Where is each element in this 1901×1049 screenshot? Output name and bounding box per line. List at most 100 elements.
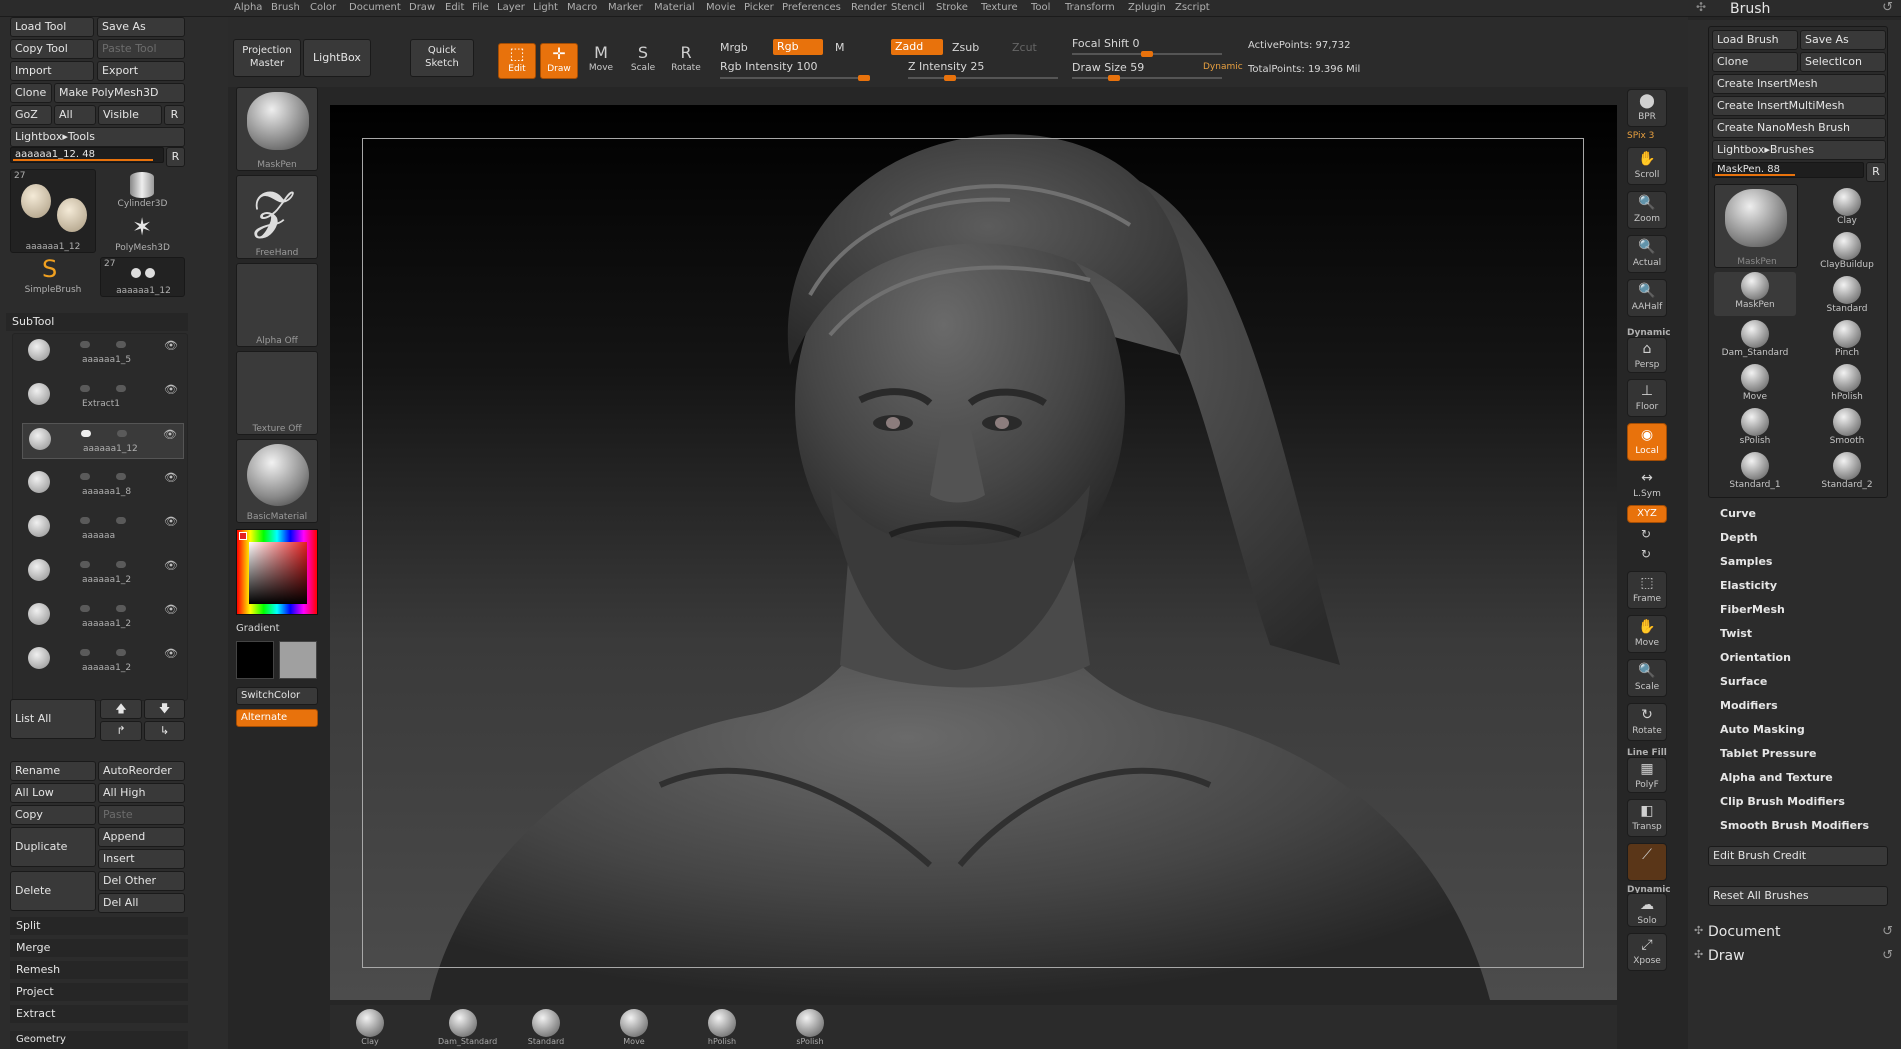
subtool-row[interactable]: 👁 Extract1 — [22, 379, 184, 415]
lightbox-tools-button[interactable]: Lightbox▸Tools — [10, 127, 185, 147]
export-button[interactable]: Export — [97, 61, 185, 81]
tablet-pressure-menu[interactable]: Tablet Pressure — [1720, 747, 1816, 760]
current-brush-large-thumb[interactable]: MaskPen — [1714, 184, 1798, 268]
extract-section[interactable]: Extract — [10, 1005, 188, 1023]
local-button[interactable]: ◉ Local — [1627, 423, 1667, 461]
merge-section[interactable]: Merge — [10, 939, 188, 957]
subtool-header[interactable]: SubTool — [6, 313, 188, 331]
load-brush-button[interactable]: Load Brush — [1712, 30, 1798, 50]
brush-clay[interactable]: Clay — [1806, 188, 1888, 232]
rename-button[interactable]: Rename — [10, 761, 96, 781]
modifiers-menu[interactable]: Modifiers — [1720, 699, 1778, 712]
zcut-toggle[interactable]: Zcut — [1012, 41, 1037, 54]
subtool-row[interactable]: 👁 aaaaaa1_2 — [22, 555, 184, 591]
brush-save-as-button[interactable]: Save As — [1800, 30, 1886, 50]
smooth-brush-modifiers-menu[interactable]: Smooth Brush Modifiers — [1720, 819, 1869, 832]
brush-slider[interactable]: MaskPen. 88 — [1712, 162, 1864, 178]
append-button[interactable]: Append — [98, 827, 185, 847]
list-all-button[interactable]: List All — [10, 699, 96, 739]
eye-icon[interactable]: 👁 — [164, 383, 178, 396]
document-palette-title[interactable]: Document — [1708, 924, 1781, 940]
menu-marker[interactable]: Marker — [608, 2, 643, 13]
eye-icon[interactable]: 👁 — [163, 428, 177, 441]
color-picker[interactable] — [236, 529, 318, 615]
move-up-end-button[interactable]: ↱ — [100, 721, 142, 741]
material-thumb[interactable]: BasicMaterial — [236, 439, 318, 523]
brush-hpolish[interactable]: hPolish — [1806, 364, 1888, 408]
goz-r-button[interactable]: R — [164, 105, 185, 125]
subtool-toggle[interactable] — [116, 517, 126, 524]
scale-view-button[interactable]: 🔍 Scale — [1627, 659, 1667, 697]
del-all-button[interactable]: Del All — [98, 893, 185, 913]
paste-subtool-button[interactable]: Paste — [98, 805, 185, 825]
elasticity-menu[interactable]: Elasticity — [1720, 579, 1777, 592]
menu-alpha[interactable]: Alpha — [234, 2, 262, 13]
alpha-texture-menu[interactable]: Alpha and Texture — [1720, 771, 1833, 784]
brush-maskpen[interactable]: MaskPen — [1714, 272, 1796, 316]
tool-thumb-2[interactable]: 27 aaaaaa1_12 — [100, 257, 185, 297]
brush-claybuildup[interactable]: ClayBuildup — [1806, 232, 1888, 276]
stroke-thumb[interactable]: 𝓩 FreeHand — [236, 175, 318, 259]
subtool-toggle[interactable] — [81, 430, 91, 437]
bottom-brush-hpolish[interactable]: hPolish — [702, 1009, 742, 1046]
subtool-toggle[interactable] — [80, 341, 90, 348]
brush-smooth[interactable]: Smooth — [1806, 408, 1888, 452]
focal-shift-slider[interactable] — [1072, 51, 1222, 57]
project-section[interactable]: Project — [10, 983, 188, 1001]
clip-brush-modifiers-menu[interactable]: Clip Brush Modifiers — [1720, 795, 1845, 808]
draw-palette-title[interactable]: Draw — [1708, 948, 1745, 964]
create-insertmultimesh-button[interactable]: Create InsertMultiMesh — [1712, 96, 1886, 116]
bottom-brush-move[interactable]: Move — [614, 1009, 654, 1046]
load-tool-button[interactable]: Load Tool — [10, 17, 94, 37]
dynamic-toggle[interactable]: Dynamic — [1203, 62, 1243, 72]
menu-edit[interactable]: Edit — [445, 2, 464, 13]
tool-slider-r-button[interactable]: R — [166, 147, 185, 167]
import-button[interactable]: Import — [10, 61, 94, 81]
subtool-toggle[interactable] — [116, 385, 126, 392]
move-down-end-button[interactable]: ↳ — [144, 721, 185, 741]
bottom-brush-standard[interactable]: Standard — [526, 1009, 566, 1046]
menu-color[interactable]: Color — [310, 2, 336, 13]
main-color-swatch[interactable] — [236, 641, 274, 679]
floor-button[interactable]: ⊥ Floor — [1627, 379, 1667, 417]
m-toggle[interactable]: M — [835, 41, 845, 54]
goz-button[interactable]: GoZ — [10, 105, 52, 125]
persp-button[interactable]: ⌂ Persp — [1627, 337, 1667, 373]
menu-material[interactable]: Material — [654, 2, 695, 13]
bottom-brush-clay[interactable]: Clay — [350, 1009, 390, 1046]
copy-subtool-button[interactable]: Copy — [10, 805, 96, 825]
menu-file[interactable]: File — [472, 2, 489, 13]
brush-standard[interactable]: Standard — [1806, 276, 1888, 320]
move-up-button[interactable]: 🡅 — [100, 699, 142, 719]
orientation-menu[interactable]: Orientation — [1720, 651, 1791, 664]
z-intensity-slider[interactable] — [908, 75, 1058, 81]
palette-drag-icon[interactable]: ✣ — [1696, 0, 1706, 14]
bottom-brush-dam-standard[interactable]: Dam_Standard — [438, 1009, 497, 1046]
rotate-mode-button[interactable]: R Rotate — [666, 43, 706, 79]
subtool-toggle[interactable] — [116, 473, 126, 480]
create-insertmesh-button[interactable]: Create InsertMesh — [1712, 74, 1886, 94]
subtool-toggle[interactable] — [116, 561, 126, 568]
bottom-brush-spolish[interactable]: sPolish — [790, 1009, 830, 1046]
menu-tool[interactable]: Tool — [1031, 2, 1050, 13]
menu-zscript[interactable]: Zscript — [1175, 2, 1210, 13]
eye-icon[interactable]: 👁 — [164, 471, 178, 484]
tool-slider[interactable]: aaaaaa1_12. 48 — [10, 147, 164, 163]
polymesh3d-tool[interactable]: ✶ PolyMesh3D — [100, 213, 185, 253]
eye-icon[interactable]: 👁 — [164, 339, 178, 352]
mrgb-toggle[interactable]: Mrgb — [720, 41, 748, 54]
subtool-toggle[interactable] — [80, 517, 90, 524]
select-icon-button[interactable]: SelectIcon — [1800, 52, 1886, 72]
all-high-button[interactable]: All High — [98, 783, 185, 803]
menu-movie[interactable]: Movie — [706, 2, 736, 13]
secondary-color-swatch[interactable] — [279, 641, 317, 679]
rotate-z-icon[interactable]: ↻ — [1641, 547, 1651, 561]
subtool-row[interactable]: 👁 aaaaaa1_8 — [22, 467, 184, 503]
menu-zplugin[interactable]: Zplugin — [1128, 2, 1166, 13]
zoom-button[interactable]: 🔍 Zoom — [1627, 191, 1667, 229]
cylinder3d-tool[interactable]: Cylinder3D — [100, 169, 185, 209]
remesh-section[interactable]: Remesh — [10, 961, 188, 979]
color-picker-field[interactable] — [249, 542, 307, 604]
goz-all-button[interactable]: All — [54, 105, 96, 125]
edit-mode-button[interactable]: ⬚ Edit — [498, 43, 536, 79]
